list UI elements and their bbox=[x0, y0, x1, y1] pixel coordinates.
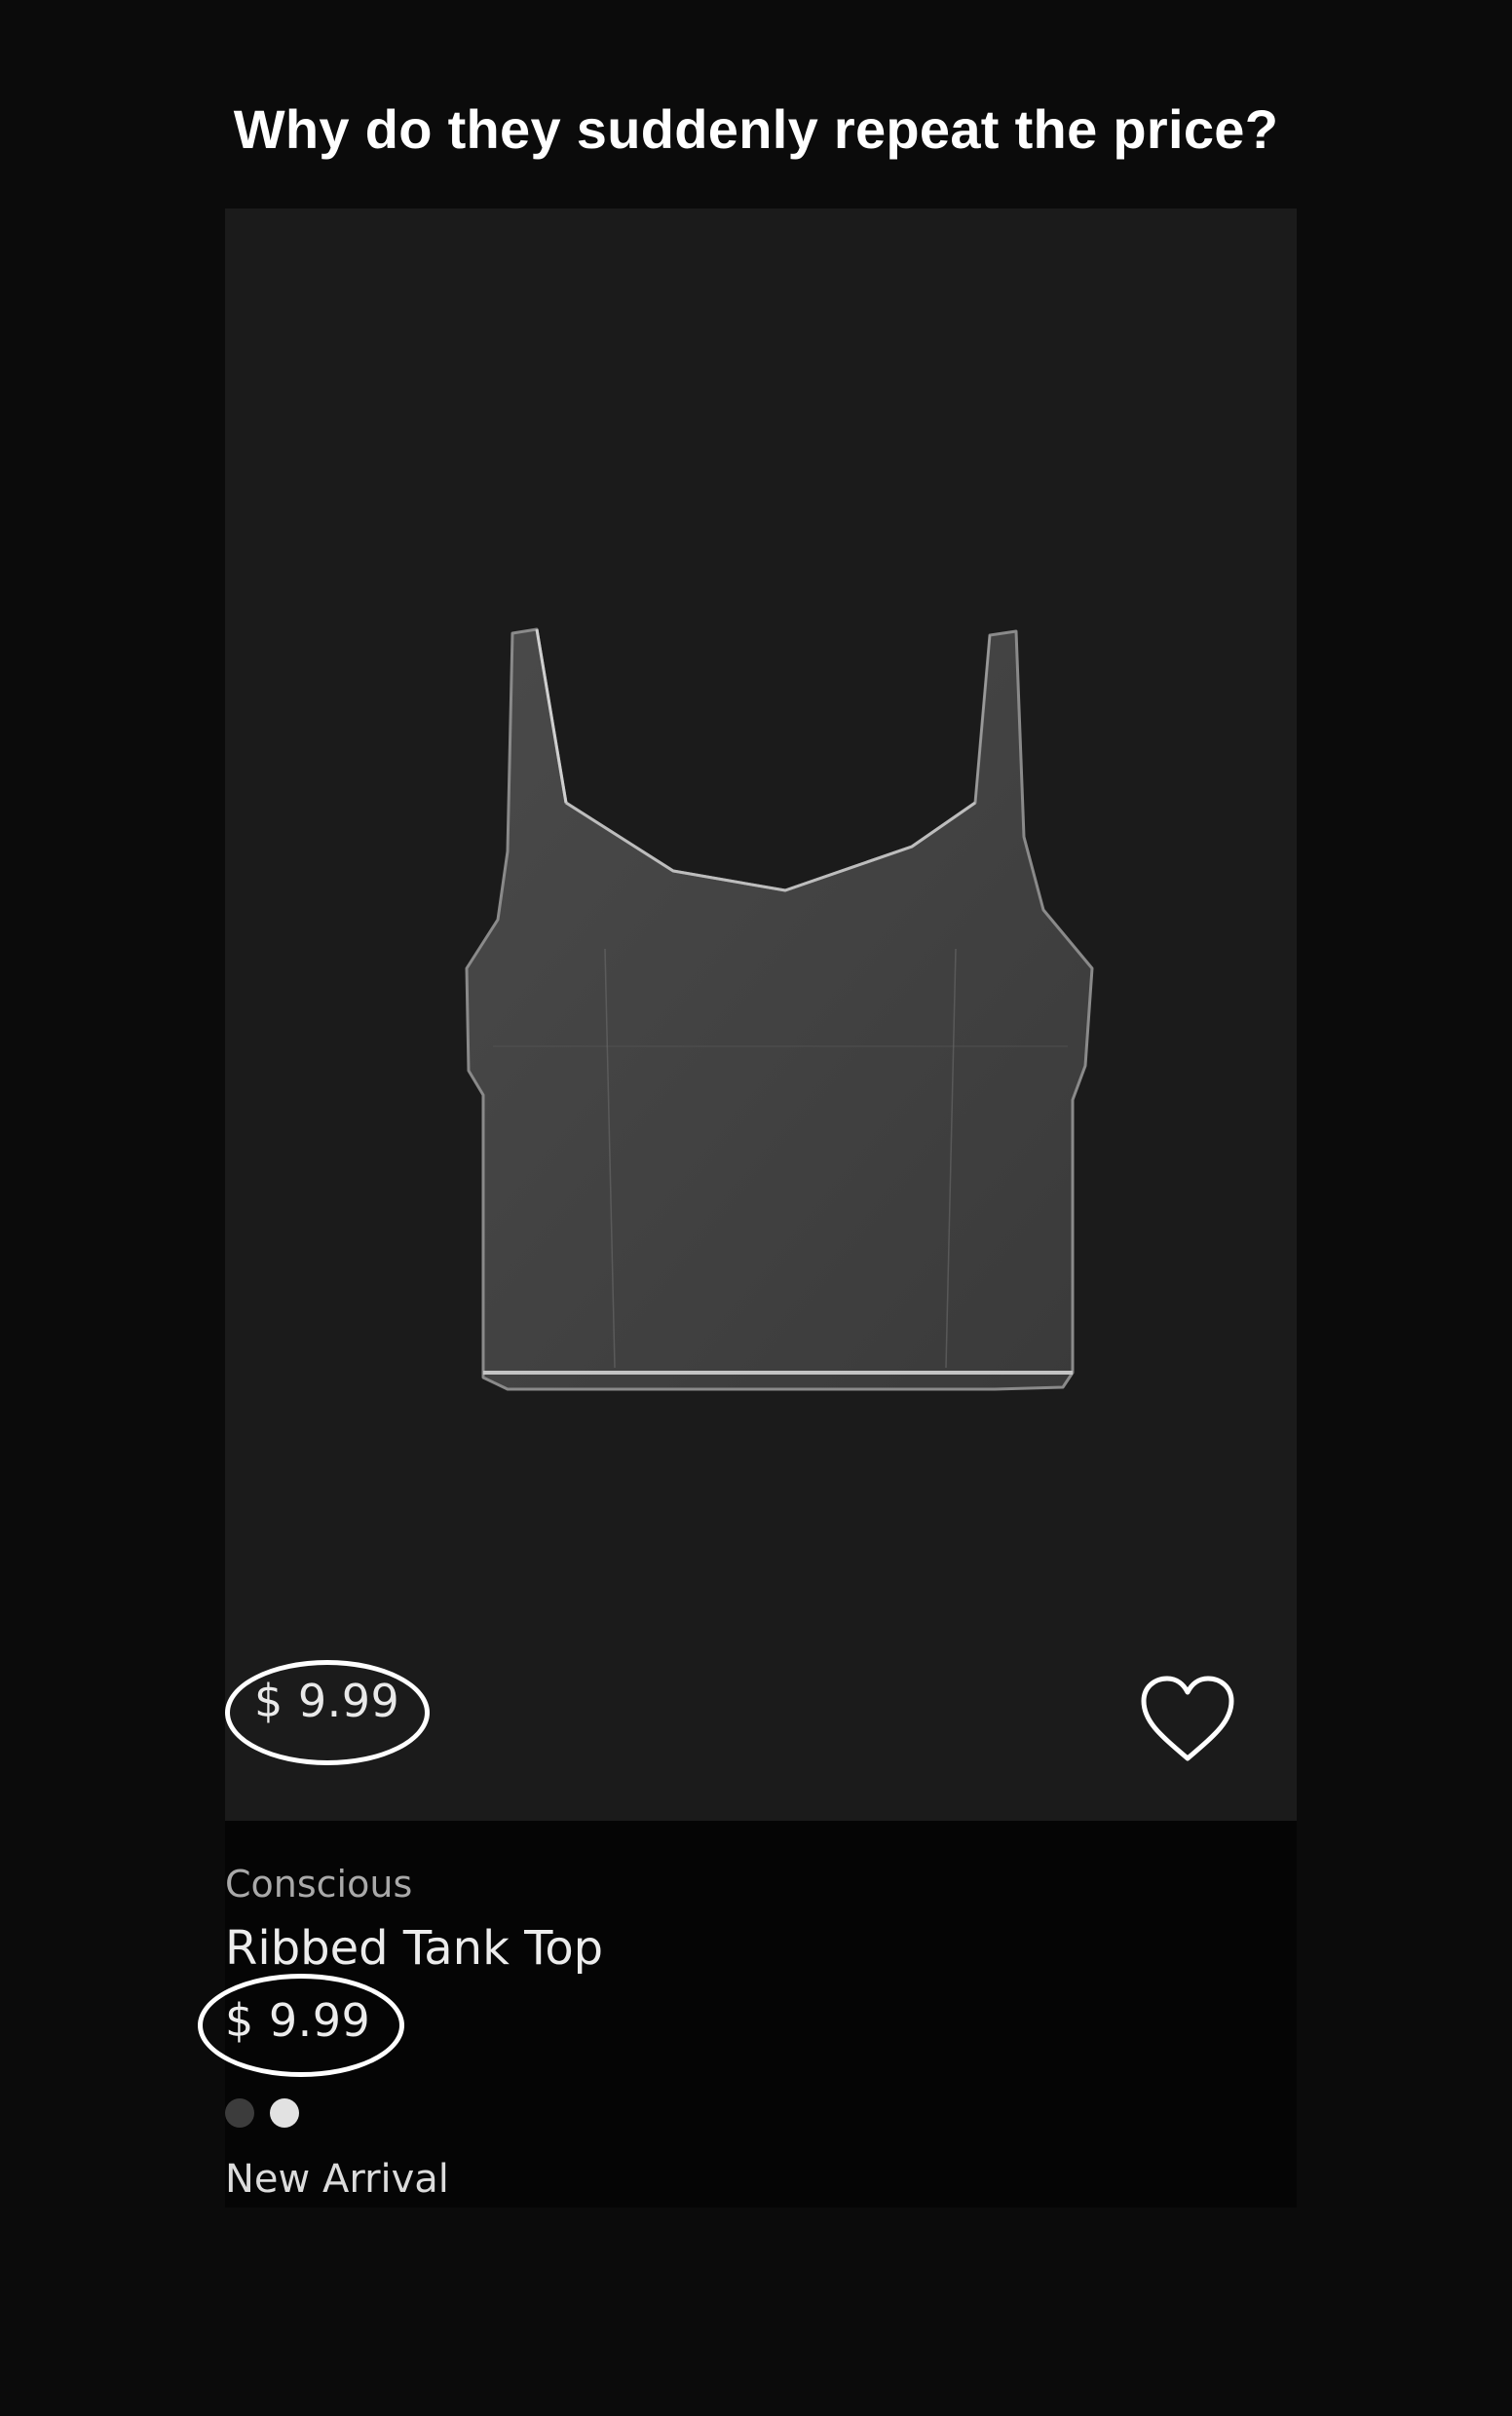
product-card[interactable]: $ 9.99 Conscious Ribbed Tank Top $ 9.99 … bbox=[198, 208, 1297, 2208]
annotation-circle bbox=[198, 1974, 404, 2077]
tank-top-image bbox=[465, 627, 1094, 1391]
headline: Why do they suddenly repeat the price? bbox=[233, 98, 1279, 160]
product-image-area[interactable]: $ 9.99 bbox=[225, 208, 1297, 1821]
product-title[interactable]: Ribbed Tank Top bbox=[225, 1921, 603, 1976]
annotation-circle bbox=[225, 1660, 430, 1765]
new-arrival-badge: New Arrival bbox=[225, 2157, 449, 2202]
product-brand: Conscious bbox=[225, 1863, 413, 1906]
color-swatch-light[interactable] bbox=[270, 2098, 299, 2128]
product-info: Conscious Ribbed Tank Top $ 9.99 New Arr… bbox=[198, 1821, 1297, 2208]
heart-icon[interactable] bbox=[1139, 1675, 1236, 1764]
color-swatch-dark[interactable] bbox=[225, 2098, 254, 2128]
